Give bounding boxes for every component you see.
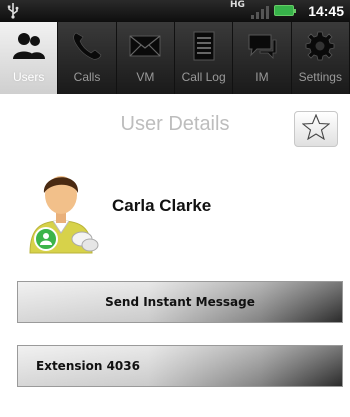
status-bar: HG 14:45 — [0, 0, 350, 22]
envelope-icon — [128, 30, 162, 62]
chat-icon — [245, 30, 279, 62]
tab-vm[interactable]: VM — [117, 22, 175, 94]
tab-call-log[interactable]: Call Log — [175, 22, 234, 94]
users-icon — [12, 30, 46, 62]
extension-button[interactable]: Extension 4036 — [17, 345, 343, 387]
signal-strength-icon — [251, 4, 269, 23]
send-instant-message-button[interactable]: Send Instant Message — [17, 281, 343, 323]
network-type-indicator: HG — [230, 0, 245, 10]
send-instant-message-label: Send Instant Message — [105, 295, 255, 309]
user-name: Carla Clarke — [112, 196, 212, 215]
favorite-button[interactable] — [294, 111, 338, 147]
phone-icon — [70, 30, 104, 62]
tab-settings[interactable]: Settings — [292, 22, 350, 94]
tab-vm-label: VM — [136, 70, 155, 84]
tab-im[interactable]: IM — [233, 22, 292, 94]
star-icon — [301, 113, 331, 144]
tab-calls[interactable]: Calls — [58, 22, 117, 94]
tab-users[interactable]: Users — [0, 22, 59, 94]
user-avatar-icon — [29, 176, 99, 254]
tab-im-label: IM — [255, 70, 269, 84]
tab-calls-label: Calls — [73, 70, 101, 84]
clock: 14:45 — [308, 3, 344, 19]
call-log-icon — [187, 30, 221, 62]
tab-settings-label: Settings — [298, 70, 342, 84]
avatar — [26, 165, 104, 255]
tab-bar: Users Calls VM Call Log IM Settings — [0, 22, 350, 94]
tab-call-log-label: Call Log — [181, 70, 226, 84]
usb-icon — [6, 2, 20, 23]
tab-users-label: Users — [12, 70, 45, 84]
extension-label: Extension 4036 — [36, 359, 140, 373]
gear-icon — [303, 30, 337, 62]
battery-icon — [274, 5, 296, 16]
